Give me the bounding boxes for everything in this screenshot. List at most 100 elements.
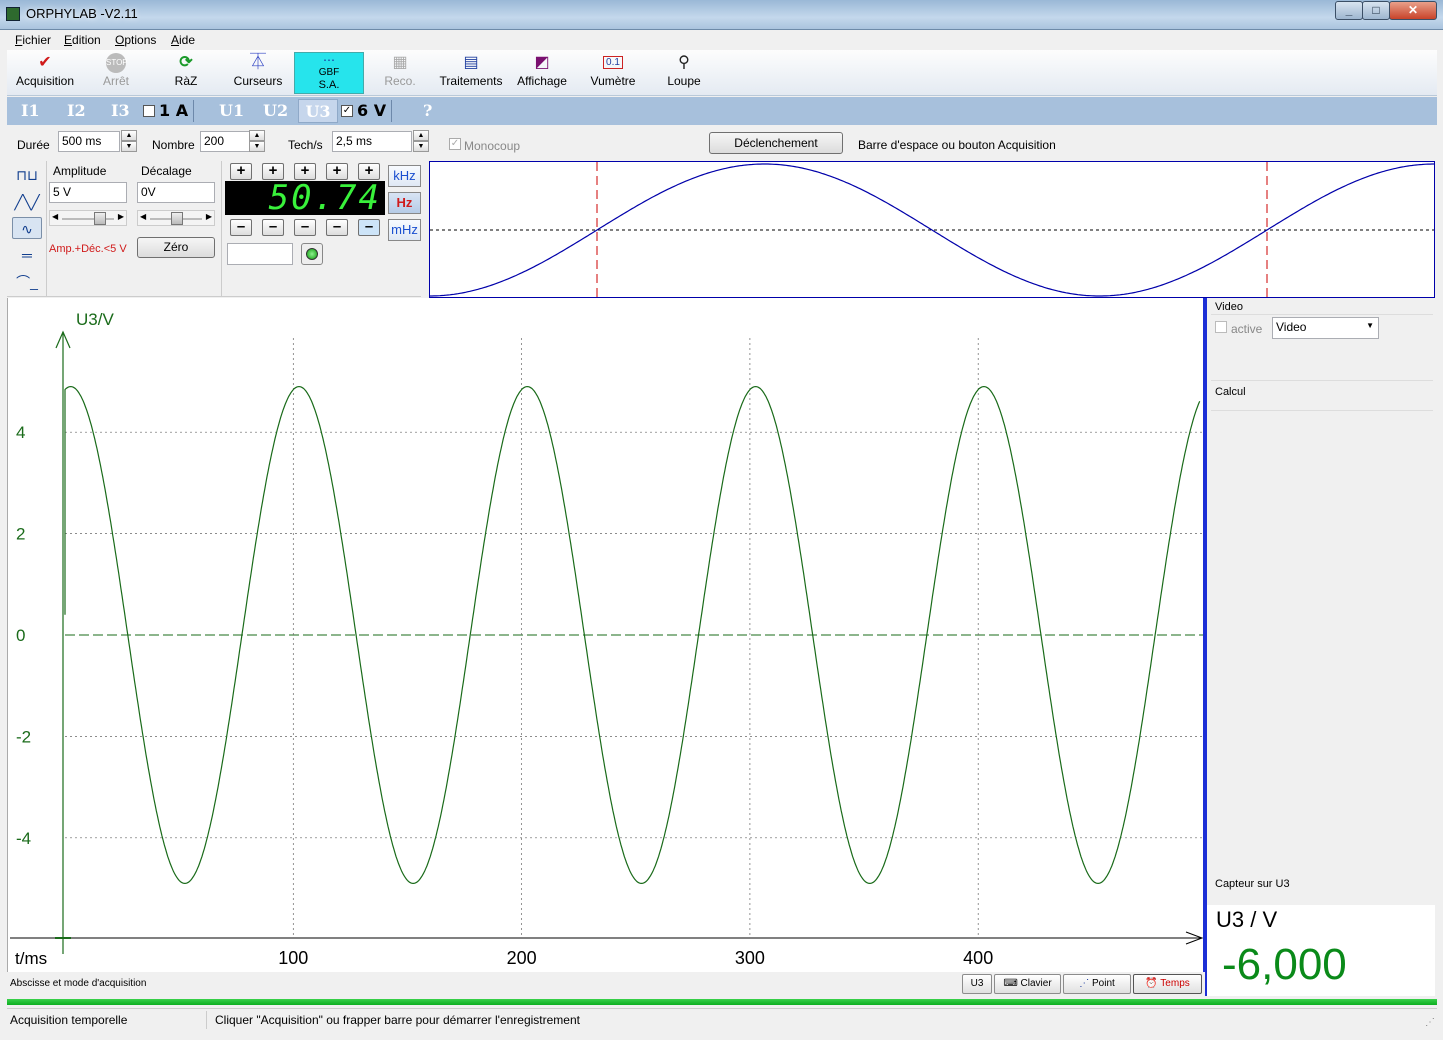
raz-button[interactable]: ⟳ RàZ — [151, 52, 221, 94]
arret-button[interactable]: STOP Arrêt — [81, 52, 151, 94]
generator-preview — [429, 161, 1435, 298]
toolbar: ✔ Acquisition STOP Arrêt ⟳ RàZ ⏄ Curseur… — [7, 50, 1437, 96]
sa-gbf-button[interactable]: ⋯ GBF S.A. — [294, 52, 364, 94]
stop-icon: STOP — [106, 53, 128, 73]
led-indicator-icon — [306, 248, 318, 260]
y-tick-label: 0 — [16, 626, 25, 645]
channel-u3[interactable]: U3 — [298, 99, 338, 123]
y-axis-label: U3/V — [76, 310, 114, 329]
monocoup-checkbox[interactable]: ✓ — [449, 138, 461, 150]
amplitude-input[interactable]: 5 V — [49, 182, 127, 203]
amplitude-slider[interactable]: ◀ ▶ — [49, 210, 127, 226]
progress-bar — [7, 999, 1437, 1005]
voltage-range-checkbox[interactable]: ✓ — [341, 105, 353, 117]
u3-axis-button[interactable]: U3 — [962, 974, 992, 994]
title-bar: ORPHYLAB -V2.11 _ □ ✕ — [0, 0, 1443, 30]
unit-mhz-button[interactable]: mHz — [388, 219, 421, 241]
current-range-checkbox[interactable] — [143, 105, 155, 117]
channel-i1[interactable]: I1 — [21, 101, 40, 120]
unit-khz-button[interactable]: kHz — [388, 165, 421, 187]
x-tick-label: 400 — [963, 948, 993, 968]
pulse-wave-icon[interactable]: ⌒_ — [12, 271, 42, 293]
menu-options[interactable]: Options — [115, 33, 156, 47]
sine-wave-icon[interactable]: ∿ — [12, 217, 42, 239]
duree-input[interactable]: 500 ms — [58, 131, 120, 152]
channel-bar: I1 I2 I3 1 A U1 U2 U3 ✓ 6 V ? — [7, 97, 1437, 125]
triangle-wave-icon[interactable]: ╱╲╱ — [12, 191, 42, 213]
video-select[interactable]: Video ▼ — [1272, 317, 1379, 339]
channel-u2[interactable]: U2 — [263, 101, 288, 120]
acquisition-button[interactable]: ✔ Acquisition — [10, 52, 80, 94]
menu-fichier[interactable]: Fichier — [15, 33, 51, 47]
check-icon: ✔ — [38, 54, 52, 71]
help-button[interactable]: ? — [423, 101, 432, 120]
reco-icon: ▦ — [392, 54, 408, 71]
unit-hz-button[interactable]: Hz — [388, 192, 421, 214]
digit-2-minus-button[interactable]: – — [262, 219, 284, 236]
loupe-button[interactable]: ⚲ Loupe — [649, 52, 719, 94]
amplitude-warning: Amp.+Déc.<5 V — [49, 243, 127, 255]
traitements-button[interactable]: ▤ Traitements — [436, 52, 506, 94]
nombre-input[interactable]: 200 — [200, 131, 250, 152]
status-mode: Acquisition temporelle — [10, 1013, 128, 1027]
digit-1-plus-button[interactable]: + — [230, 163, 252, 180]
channel-i2[interactable]: I2 — [67, 101, 86, 120]
nombre-spinner[interactable]: ▲ ▼ — [249, 130, 265, 152]
affichage-button[interactable]: ◩ Affichage — [507, 52, 577, 94]
app-icon — [6, 7, 20, 21]
decalage-input[interactable]: 0V — [137, 182, 215, 203]
display-icon: ◩ — [534, 54, 550, 71]
video-active-checkbox[interactable] — [1215, 321, 1227, 333]
x-axis-label: t/ms — [15, 949, 47, 968]
cursor-chart-icon: ⏄ — [249, 54, 266, 71]
generator-run-button[interactable] — [301, 243, 323, 265]
duree-spinner[interactable]: ▲ ▼ — [121, 130, 137, 152]
curseurs-button[interactable]: ⏄ Curseurs — [223, 52, 293, 94]
scatter-icon: ⋰ — [1079, 978, 1092, 989]
vumeter-icon: 0.1 — [578, 52, 648, 74]
temps-button[interactable]: ⏰ Temps — [1133, 974, 1202, 994]
graph-plot: 4 2 0 -2 -4 100 200 300 400 U3/V t/ms — [10, 310, 1204, 968]
generator-icon: ⋯ — [323, 53, 335, 67]
right-panel: Video active Video ▼ Calcul Capteur sur … — [1207, 298, 1435, 996]
y-tick-label: -2 — [16, 727, 31, 746]
menu-bar: Fichier Edition Options Aide — [7, 30, 1437, 50]
y-tick-label: 2 — [16, 525, 25, 544]
x-tick-label: 200 — [507, 948, 537, 968]
digit-5-minus-button[interactable]: – — [358, 219, 380, 236]
refresh-icon: ⟳ — [179, 54, 193, 71]
menu-aide[interactable]: Aide — [171, 33, 195, 47]
monocoup-label: Monocoup — [464, 139, 521, 153]
channel-u1[interactable]: U1 — [219, 101, 244, 120]
constant-icon[interactable]: ═ — [12, 244, 42, 266]
tech-input[interactable]: 2,5 ms — [332, 131, 412, 152]
frequency-display: 50.74 — [225, 181, 385, 215]
zero-button[interactable]: Zéro — [137, 237, 215, 258]
decalage-slider[interactable]: ◀ ▶ — [137, 210, 215, 226]
clavier-button[interactable]: ⌨ Clavier — [994, 974, 1061, 994]
decalage-label: Décalage — [141, 164, 192, 178]
window-title: ORPHYLAB -V2.11 — [26, 6, 138, 21]
close-button[interactable]: ✕ — [1389, 1, 1437, 20]
square-wave-icon[interactable]: ⊓⊔ — [12, 164, 42, 186]
digit-1-minus-button[interactable]: – — [230, 219, 252, 236]
minimize-button[interactable]: _ — [1335, 1, 1363, 20]
generator-panel: ⊓⊔ ╱╲╱ ∿ ═ ⌒_ Amplitude 5 V ◀ ▶ Amp.+Déc.… — [7, 161, 421, 297]
generator-extra-input[interactable] — [227, 243, 293, 265]
declenchement-button[interactable]: Déclenchement — [709, 132, 843, 154]
reco-button[interactable]: ▦ Reco. — [365, 52, 435, 94]
digit-4-minus-button[interactable]: – — [326, 219, 348, 236]
menu-edition[interactable]: Edition — [64, 33, 101, 47]
tech-spinner[interactable]: ▲ ▼ — [413, 130, 429, 152]
acquisition-settings: Durée 500 ms ▲ ▼ Nombre 200 ▲ ▼ Tech/s 2,5… — [7, 126, 1437, 160]
vumetre-button[interactable]: 0.1 Vumètre — [578, 52, 648, 94]
digit-3-minus-button[interactable]: – — [294, 219, 316, 236]
point-button[interactable]: ⋰ Point — [1063, 974, 1131, 994]
main-graph[interactable]: 4 2 0 -2 -4 100 200 300 400 U3/V t/ms — [7, 298, 1205, 972]
channel-i3[interactable]: I3 — [111, 101, 130, 120]
calcul-section-title: Calcul — [1215, 386, 1246, 398]
video-section-title: Video — [1215, 301, 1243, 313]
graph-footer: Abscisse et mode d'acquisition U3 ⌨ Clav… — [7, 972, 1205, 996]
amplitude-label: Amplitude — [53, 164, 107, 178]
maximize-button[interactable]: □ — [1362, 1, 1390, 20]
